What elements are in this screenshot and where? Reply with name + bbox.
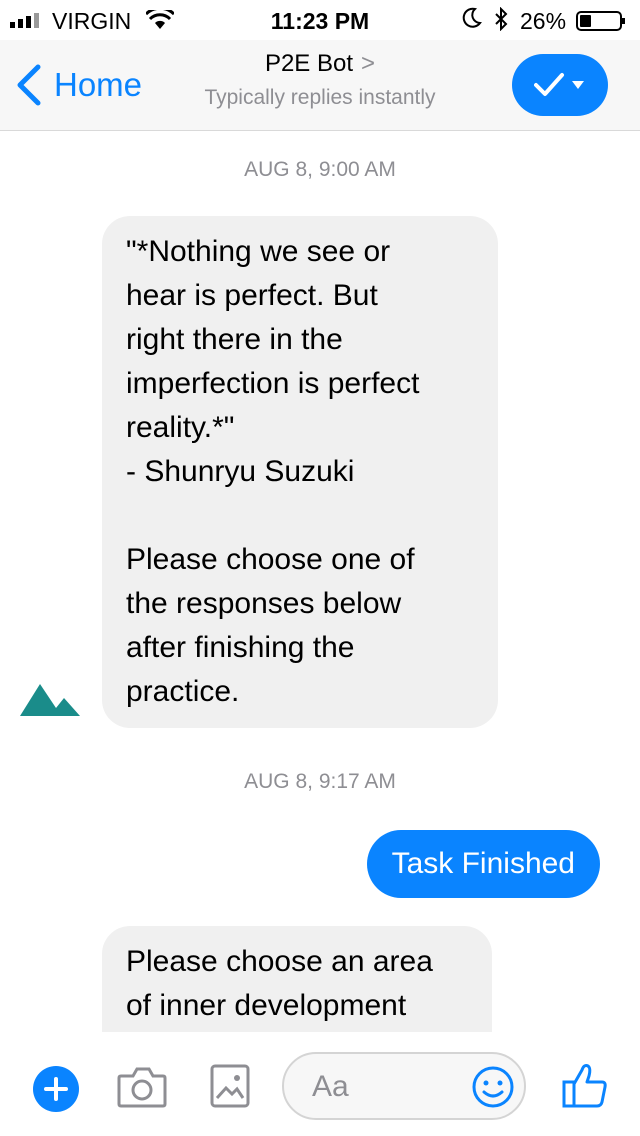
status-bar: VIRGIN 11:23 PM 26% (0, 0, 640, 40)
plus-icon (44, 1077, 68, 1101)
message-line: Please choose an area (126, 945, 433, 978)
contact-name: P2E Bot (264, 50, 354, 77)
camera-icon[interactable] (117, 1066, 167, 1108)
contact-title[interactable]: P2E Bot > Typically replies instantly (150, 50, 490, 110)
message-input[interactable]: Aa (282, 1052, 526, 1120)
thumbs-up-icon[interactable] (562, 1062, 608, 1110)
message-line: Please choose one of (126, 543, 415, 576)
conversation-header: Home P2E Bot > Typically replies instantl… (0, 40, 640, 131)
message-line: hear is perfect. But (126, 279, 378, 312)
message-input-placeholder: Aa (312, 1070, 349, 1103)
chevron-right-icon: > (361, 50, 376, 77)
back-button-label: Home (54, 66, 143, 103)
message-line: - Shunryu Suzuki (126, 455, 355, 488)
message-line: practice. (126, 675, 240, 708)
emoji-icon[interactable] (472, 1066, 514, 1108)
message-timestamp: AUG 8, 9:17 AM (244, 770, 396, 793)
message-line: of inner development (126, 989, 407, 1022)
bot-avatar-mountain-icon (20, 684, 80, 716)
bluetooth-icon (495, 7, 508, 31)
message-line: imperfection is perfect (126, 367, 420, 400)
composer-toolbar: Aa (0, 1032, 640, 1136)
message-line: right there in the (126, 323, 343, 356)
add-button[interactable] (33, 1066, 79, 1112)
moon-icon (462, 7, 482, 28)
message-line (126, 494, 474, 538)
message-line: reality.*" (126, 411, 235, 444)
image-gallery-icon[interactable] (210, 1064, 250, 1108)
message-line: after finishing the (126, 631, 355, 664)
battery-percentage: 26% (520, 8, 567, 34)
checkmark-dropdown-icon (534, 73, 584, 96)
message-timestamp: AUG 8, 9:00 AM (244, 158, 396, 181)
user-message-bubble: Task Finished (366, 830, 600, 898)
message-line: "*Nothing we see or (126, 235, 391, 268)
bot-message-bubble: "*Nothing we see or hear is perfect. But… (102, 216, 498, 728)
battery-icon (576, 11, 625, 31)
contact-status: Typically replies instantly (204, 86, 436, 109)
mark-done-button[interactable] (512, 54, 608, 116)
chevron-left-icon (17, 64, 41, 106)
back-button[interactable]: Home (14, 62, 142, 108)
message-line: the responses below (126, 587, 402, 620)
